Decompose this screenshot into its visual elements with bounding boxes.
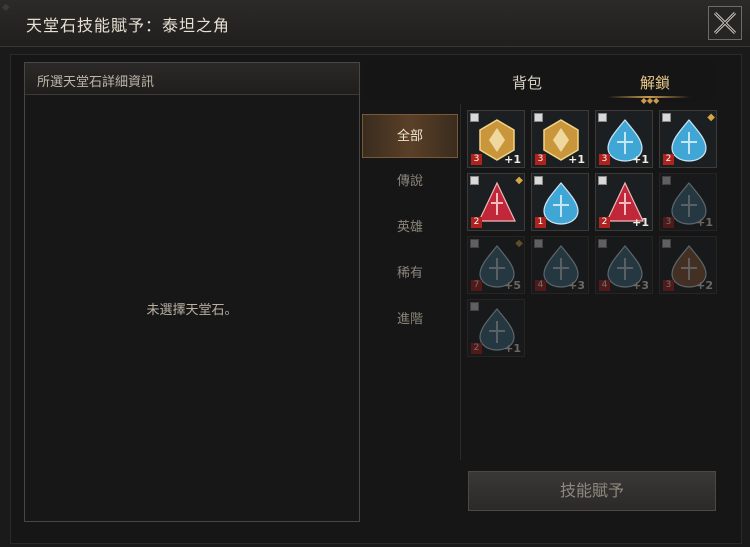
stone-level: 2 xyxy=(471,217,482,228)
stone-slot[interactable]: 4 +3 xyxy=(595,236,653,294)
stone-slot[interactable]: 3 +1 xyxy=(659,173,717,231)
title-bar: ◆ 天堂石技能賦予：泰坦之角 xyxy=(0,0,750,47)
select-checkbox[interactable] xyxy=(662,239,671,248)
select-checkbox[interactable] xyxy=(470,239,479,248)
stone-enhance: +1 xyxy=(632,153,649,166)
stone-slot[interactable]: 3 +1 xyxy=(531,110,589,168)
stone-enhance: +1 xyxy=(504,342,521,355)
stone-level: 3 xyxy=(663,217,674,228)
close-x-icon xyxy=(713,11,737,35)
tab-unlock[interactable]: 解鎖 xyxy=(640,72,670,93)
category-rare[interactable]: 稀有 xyxy=(362,252,458,296)
diamond-badge-icon: ◆ xyxy=(515,238,523,249)
close-button[interactable] xyxy=(708,6,742,40)
skystone-icon xyxy=(671,119,707,162)
corner-ornament-icon: ◆ xyxy=(2,2,10,13)
stone-slot[interactable]: ◆ 7 +5 xyxy=(467,236,525,294)
stone-slot[interactable]: 2 +1 xyxy=(595,173,653,231)
stone-slot[interactable]: 3 +2 xyxy=(659,236,717,294)
stone-enhance: +2 xyxy=(696,279,713,292)
stone-enhance: +1 xyxy=(696,216,713,229)
stone-slot[interactable]: 4 +3 xyxy=(531,236,589,294)
stone-slot[interactable]: ◆ 2 xyxy=(659,110,717,168)
stone-slot[interactable]: 3 +1 xyxy=(467,110,525,168)
category-advanced[interactable]: 進階 xyxy=(362,298,458,342)
select-checkbox[interactable] xyxy=(534,113,543,122)
stone-level: 4 xyxy=(599,280,610,291)
select-checkbox[interactable] xyxy=(598,239,607,248)
category-legendary[interactable]: 傳說 xyxy=(362,160,458,204)
category-all[interactable]: 全部 xyxy=(362,114,458,158)
select-checkbox[interactable] xyxy=(470,176,479,185)
stone-slot[interactable]: ◆ 2 xyxy=(467,173,525,231)
select-checkbox[interactable] xyxy=(662,113,671,122)
stone-level: 2 xyxy=(471,343,482,354)
detail-panel-header: 所選天堂石詳細資訊 xyxy=(25,63,359,95)
stone-enhance: +1 xyxy=(504,153,521,166)
stone-slot[interactable]: 2 +1 xyxy=(467,299,525,357)
window-title: 天堂石技能賦予：泰坦之角 xyxy=(26,16,231,35)
tab-inventory[interactable]: 背包 xyxy=(512,72,542,93)
stone-level: 2 xyxy=(599,217,610,228)
category-list: 全部 傳說 英雄 稀有 進階 xyxy=(362,110,458,520)
select-checkbox[interactable] xyxy=(534,239,543,248)
stone-level: 3 xyxy=(599,154,610,165)
category-heroic[interactable]: 英雄 xyxy=(362,206,458,250)
select-checkbox[interactable] xyxy=(534,176,543,185)
select-checkbox[interactable] xyxy=(662,176,671,185)
stone-detail-panel: 所選天堂石詳細資訊 未選擇天堂石。 xyxy=(24,62,360,522)
select-checkbox[interactable] xyxy=(598,176,607,185)
stone-enhance: +5 xyxy=(504,279,521,292)
stone-grid: 3 +1 3 +1 3 +1 ◆ 2 ◆ 2 1 2 +1 3 +1 ◆ 7 +5 4 +3 4 +3 3 +2 2 +1 xyxy=(460,104,719,460)
stone-level: 1 xyxy=(535,217,546,228)
stone-enhance: +3 xyxy=(568,279,585,292)
stone-level: 4 xyxy=(535,280,546,291)
diamond-badge-icon: ◆ xyxy=(515,175,523,186)
empty-selection-text: 未選擇天堂石。 xyxy=(146,303,238,318)
stone-level: 3 xyxy=(471,154,482,165)
stone-slot[interactable]: 3 +1 xyxy=(595,110,653,168)
skystone-icon xyxy=(543,182,579,225)
assign-skill-button[interactable]: 技能賦予 xyxy=(468,471,716,511)
stone-level: 3 xyxy=(663,280,674,291)
stone-enhance: +1 xyxy=(568,153,585,166)
stone-level: 7 xyxy=(471,280,482,291)
skystone-icon xyxy=(478,181,516,222)
select-checkbox[interactable] xyxy=(470,113,479,122)
stone-level: 2 xyxy=(663,154,674,165)
stone-enhance: +3 xyxy=(632,279,649,292)
stone-level: 3 xyxy=(535,154,546,165)
select-checkbox[interactable] xyxy=(598,113,607,122)
stone-enhance: +1 xyxy=(632,216,649,229)
stone-slot[interactable]: 1 xyxy=(531,173,589,231)
select-checkbox[interactable] xyxy=(470,302,479,311)
diamond-badge-icon: ◆ xyxy=(707,112,715,123)
